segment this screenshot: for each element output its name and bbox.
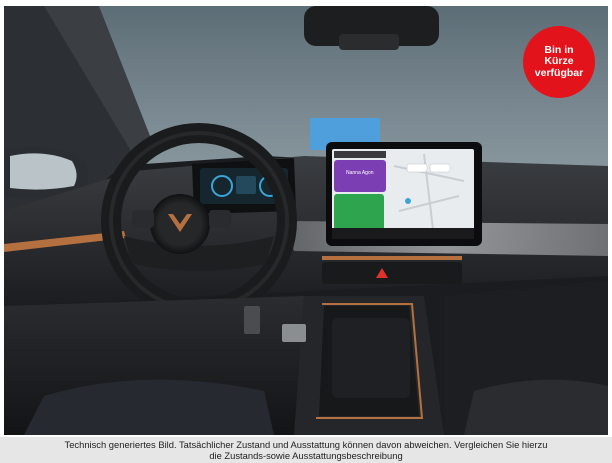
availability-badge: Bin in Kürze verfügbar (523, 26, 595, 98)
disclaimer-line-2: die Zustands-sowie Ausstattungsbeschreib… (209, 450, 403, 461)
badge-line-3: verfügbar (534, 66, 584, 79)
interior-illustration: Nanna Agon (4, 6, 608, 435)
car-interior-photo: Nanna Agon (4, 6, 608, 435)
image-frame: Nanna Agon Bin in Kürze verfügbar Techni… (0, 0, 612, 463)
disclaimer-line-1: Technisch generiertes Bild. Tatsächliche… (64, 439, 548, 450)
disclaimer-caption: Technisch generiertes Bild. Tatsächliche… (0, 437, 612, 463)
media-title-text: Nanna Agon (346, 170, 374, 176)
